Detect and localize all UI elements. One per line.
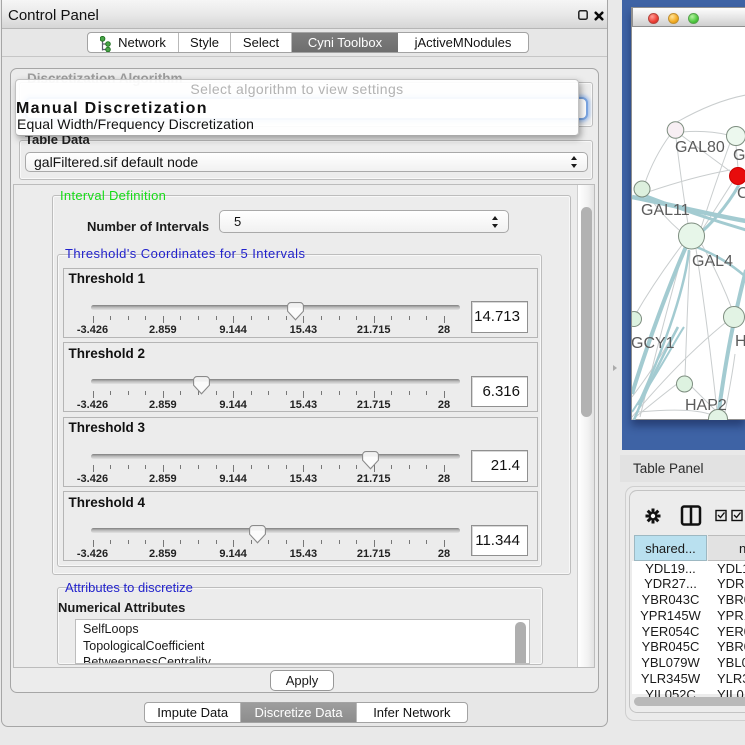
svg-text:GAL80: GAL80 [675, 139, 725, 156]
svg-text:HAP2: HAP2 [685, 397, 727, 414]
svg-text:C: C [737, 185, 745, 202]
svg-text:GAL4: GAL4 [692, 253, 733, 270]
svg-text:GA: GA [733, 147, 745, 164]
svg-text:H: H [735, 333, 745, 350]
svg-text:GAL11: GAL11 [641, 202, 690, 219]
svg-text:GCY1: GCY1 [632, 335, 675, 352]
